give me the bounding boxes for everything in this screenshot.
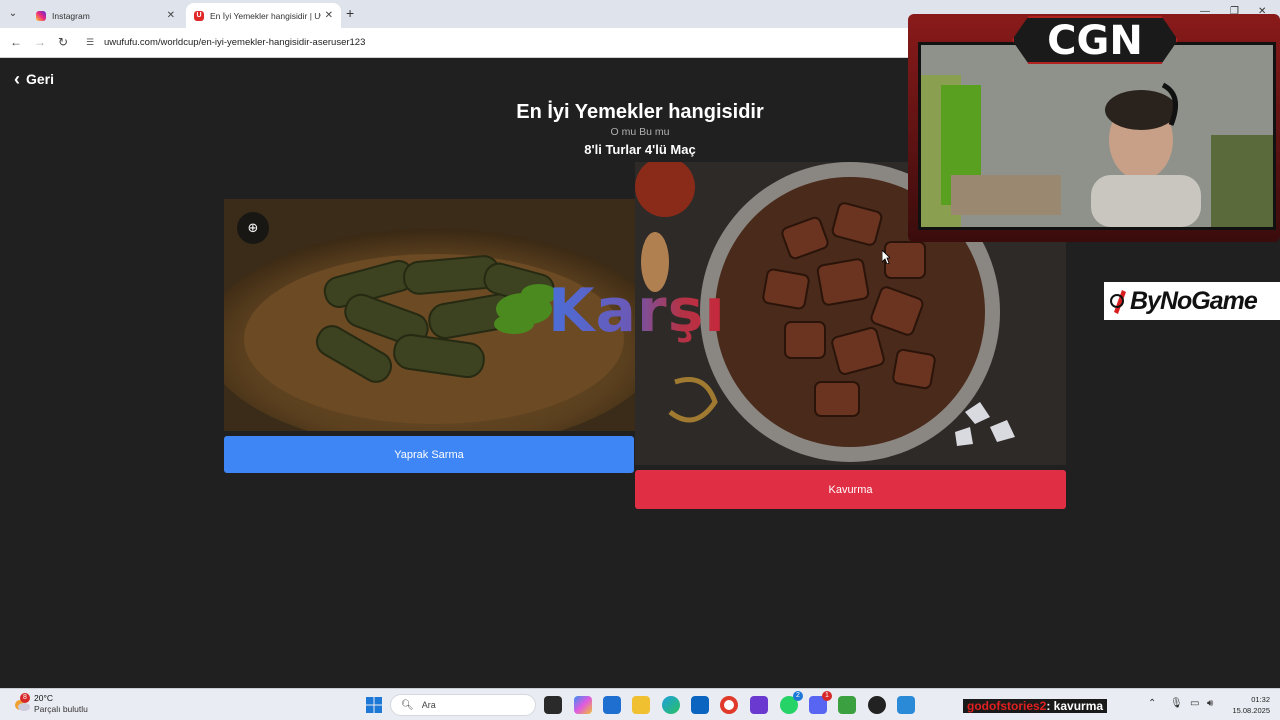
chrome-icon[interactable]: [720, 696, 738, 714]
back-button[interactable]: ‹ Geri: [14, 69, 55, 89]
chat-message: : kavurma: [1046, 699, 1104, 713]
zoom-left-button[interactable]: ⊕: [237, 212, 269, 244]
task-view-icon[interactable]: [544, 696, 562, 714]
back-label: Geri: [26, 71, 55, 87]
taskbar-search[interactable]: 🔍︎ Ara: [390, 694, 536, 716]
uwufufu-icon: U: [194, 10, 204, 21]
mouse-cursor-icon: [882, 250, 890, 264]
streamer-webcam-image: [921, 45, 1273, 227]
app-icon[interactable]: [897, 696, 915, 714]
weather-badge: 8: [20, 693, 30, 703]
close-icon[interactable]: ✕: [325, 10, 333, 21]
back-arrow-icon[interactable]: ←: [10, 35, 22, 49]
tab-instagram[interactable]: Instagram ✕: [28, 3, 183, 28]
app-icon[interactable]: [838, 696, 856, 714]
reload-icon[interactable]: ↻: [58, 35, 68, 49]
chevron-up-icon[interactable]: ⌃: [1148, 698, 1156, 709]
search-icon: 🔍︎: [401, 699, 414, 711]
weather-icon: 8: [14, 693, 30, 712]
chevron-left-icon: ‹: [14, 69, 20, 89]
chat-overlay: godofstories2: kavurma: [963, 699, 1108, 713]
choice-yaprak-sarma-button[interactable]: Yaprak Sarma: [224, 436, 634, 473]
sponsor-text: ByNoGame: [1130, 286, 1258, 315]
tab-search-menu-button[interactable]: ⌄: [4, 5, 22, 23]
edge-icon[interactable]: [662, 696, 680, 714]
store-icon[interactable]: [603, 696, 621, 714]
tab-title: En İyi Yemekler hangisidir | Uw...: [210, 10, 321, 21]
whatsapp-icon[interactable]: 2: [780, 691, 803, 714]
network-icon[interactable]: ▭: [1190, 698, 1199, 709]
copilot-icon[interactable]: [574, 696, 592, 714]
outlook-icon[interactable]: [691, 696, 709, 714]
choice-kavurma-button[interactable]: Kavurma: [635, 470, 1066, 509]
obs-icon[interactable]: [868, 696, 886, 714]
file-explorer-icon[interactable]: [632, 696, 650, 714]
versus-label: Karşı: [548, 276, 726, 346]
system-clock[interactable]: 01:32 15.08.2025: [1222, 694, 1270, 716]
close-icon[interactable]: ✕: [167, 10, 175, 21]
zoom-in-icon: ⊕: [247, 220, 259, 235]
page-title: En İyi Yemekler hangisidir: [516, 101, 764, 123]
round-info: 8'li Turlar 4'lü Maç: [584, 142, 696, 157]
discord-icon[interactable]: 1: [809, 691, 832, 714]
weather-condition: Parçalı bulutlu: [34, 704, 88, 714]
cam-logo: CGN: [1047, 18, 1143, 64]
sponsor-logo: ByNoGame: [1104, 282, 1280, 320]
forward-arrow-icon[interactable]: →: [34, 35, 46, 49]
windows-start-icon[interactable]: [366, 697, 382, 713]
instagram-icon: [36, 10, 46, 21]
page-subtitle: O mu Bu mu: [610, 126, 670, 138]
clock-date: 15.08.2025: [1232, 706, 1270, 715]
chat-username: godofstories2: [967, 699, 1047, 713]
site-info-icon[interactable]: ☰: [86, 37, 94, 48]
search-placeholder: Ara: [421, 700, 436, 710]
whatsapp-badge: 2: [793, 691, 803, 701]
app-icon[interactable]: [750, 696, 768, 714]
clock-time: 01:32: [1251, 695, 1270, 704]
discord-badge: 1: [822, 691, 832, 701]
microphone-icon[interactable]: 🎙︎: [1170, 698, 1183, 709]
tab-title: Instagram: [52, 10, 90, 21]
new-tab-button[interactable]: +: [346, 5, 354, 21]
bynogame-logo-icon: [1110, 290, 1126, 314]
weather-widget[interactable]: 8 20°C Parçalı bulutlu: [14, 693, 88, 715]
webcam-feed: [918, 42, 1276, 230]
url-field[interactable]: uwufufu.com/worldcup/en-iyi-yemekler-han…: [104, 37, 365, 48]
volume-icon[interactable]: 🔊︎: [1207, 698, 1213, 709]
weather-temp: 20°C: [34, 693, 53, 703]
windows-taskbar: 8 20°C Parçalı bulutlu 🔍︎ Ara 2 1 godofs…: [0, 688, 1280, 720]
tab-uwufufu[interactable]: U En İyi Yemekler hangisidir | Uw... ✕: [186, 3, 341, 28]
